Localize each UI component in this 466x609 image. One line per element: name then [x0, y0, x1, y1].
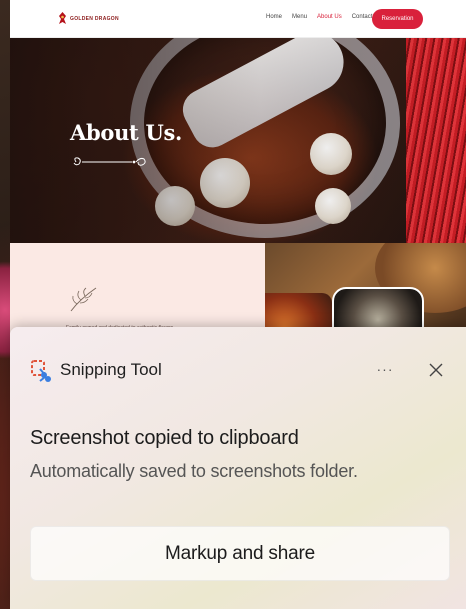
site-brand-name: GOLDEN DRAGON	[70, 15, 119, 22]
nav-link-home[interactable]: Home	[266, 14, 282, 20]
restaurant-website: GOLDEN DRAGON Home Menu About Us Contact…	[10, 0, 466, 340]
notification-title: Screenshot copied to clipboard	[30, 427, 299, 449]
site-nav-links: Home Menu About Us Contact	[266, 14, 372, 20]
about-panel: Family-owned and dedicated to authentic …	[10, 243, 265, 340]
more-options-button[interactable]: ···	[372, 359, 398, 379]
hero-banner: About Us.	[10, 38, 466, 243]
site-logo[interactable]: GOLDEN DRAGON	[58, 12, 119, 25]
nav-link-menu[interactable]: Menu	[292, 14, 307, 20]
food-photo	[265, 243, 466, 340]
markup-and-share-button[interactable]: Markup and share	[30, 526, 450, 581]
leaf-sprig-icon	[70, 287, 97, 312]
site-navbar: GOLDEN DRAGON Home Menu About Us Contact…	[10, 0, 466, 38]
ornament-divider-icon	[73, 157, 146, 166]
nav-link-contact[interactable]: Contact	[352, 14, 373, 20]
nav-link-about[interactable]: About Us	[317, 14, 342, 20]
snipping-tool-icon	[30, 359, 52, 388]
reservation-button[interactable]: Reservation	[372, 9, 423, 29]
snipping-tool-notification[interactable]: Snipping Tool ··· Screenshot copied to c…	[10, 327, 466, 609]
hero-title: About Us.	[70, 120, 183, 145]
notification-body: Automatically saved to screenshots folde…	[30, 461, 358, 481]
close-icon[interactable]	[424, 358, 448, 382]
dragon-logo-icon	[58, 12, 67, 25]
notification-app-name: Snipping Tool	[60, 360, 162, 379]
